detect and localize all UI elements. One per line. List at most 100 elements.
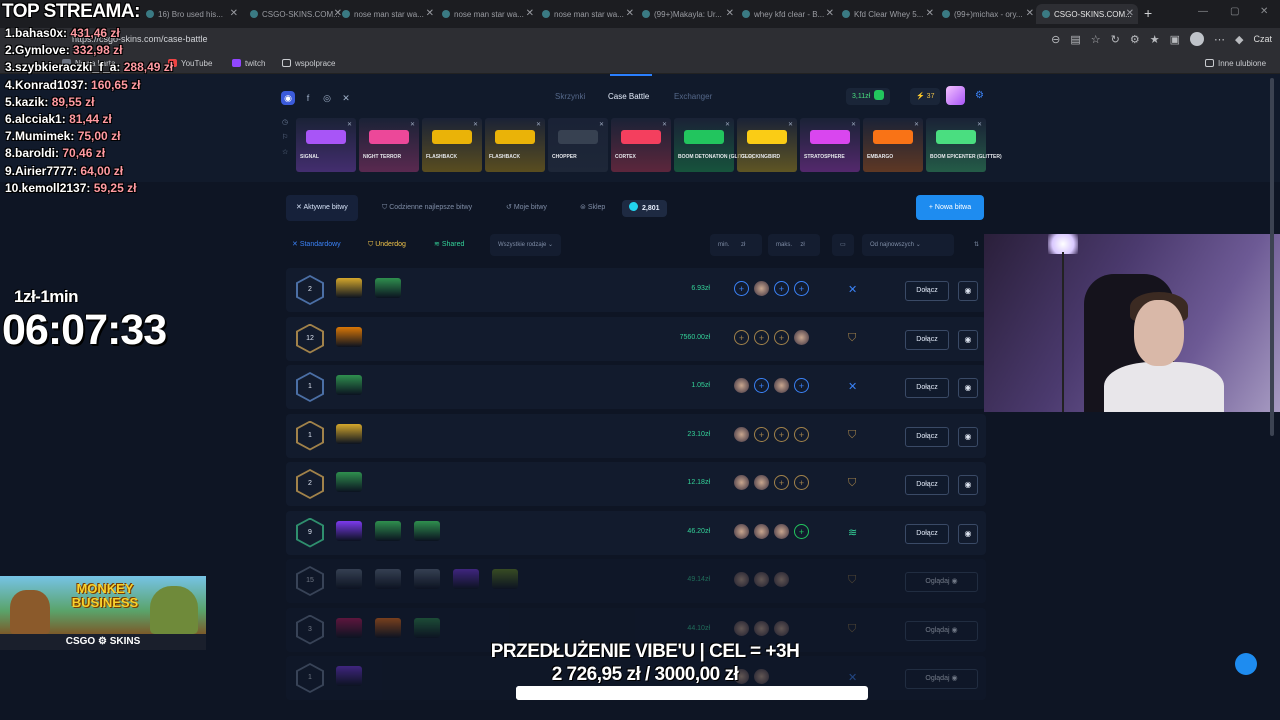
browser-tab[interactable]: (99+)michax - ory... ✕: [936, 4, 1038, 24]
player-avatar[interactable]: [754, 281, 769, 296]
new-battle-button[interactable]: + Nowa bitwa: [916, 195, 984, 220]
x-twitter-icon[interactable]: ✕: [339, 91, 353, 105]
calendar-icon[interactable]: ▭: [832, 234, 854, 256]
empty-slot-plus-icon[interactable]: +: [774, 329, 789, 345]
drop-item[interactable]: FLASHBACK ✕: [422, 118, 482, 172]
chat-label[interactable]: Czat: [1253, 34, 1272, 44]
empty-slot-plus-icon[interactable]: +: [774, 281, 789, 296]
close-tab-icon[interactable]: ✕: [826, 8, 834, 19]
player-avatar[interactable]: [734, 475, 749, 490]
facebook-icon[interactable]: f: [301, 91, 315, 105]
user-avatar[interactable]: [946, 86, 965, 105]
eye-icon[interactable]: ◉: [958, 329, 978, 350]
join-button[interactable]: Dołącz: [905, 281, 949, 301]
profile-avatar[interactable]: [1190, 32, 1205, 46]
close-tab-icon[interactable]: ✕: [426, 8, 434, 19]
close-tab-icon[interactable]: ✕: [230, 8, 238, 19]
player-avatar[interactable]: [754, 620, 769, 636]
empty-slot-plus-icon[interactable]: +: [774, 426, 789, 442]
instagram-icon[interactable]: ◎: [320, 91, 334, 105]
battle-row[interactable]: 2 12.18zł + + ⛉ Dołącz ◉: [286, 462, 986, 506]
drop-item[interactable]: CORTEX ✕: [611, 118, 671, 172]
player-avatar[interactable]: [774, 572, 789, 587]
support-chat-button[interactable]: [1235, 653, 1257, 675]
join-button[interactable]: Dołącz: [905, 475, 949, 495]
favorites-icon[interactable]: ★: [1150, 33, 1160, 46]
tab-my-battles[interactable]: ↺ Moje bitwy: [500, 195, 547, 221]
empty-slot-plus-icon[interactable]: +: [754, 378, 769, 393]
browser-tab[interactable]: nose man star wa... ✕: [336, 4, 438, 24]
join-button[interactable]: Dołącz: [905, 378, 949, 398]
empty-slot-plus-icon[interactable]: +: [794, 475, 809, 490]
close-tab-icon[interactable]: ✕: [926, 8, 934, 19]
browser-tab[interactable]: CSGO-SKINS.COM... ✕: [244, 4, 346, 24]
empty-slot-plus-icon[interactable]: +: [794, 523, 809, 539]
browser-tab[interactable]: CSGO-SKINS.COM... ✕: [1036, 4, 1138, 24]
empty-slot-plus-icon[interactable]: +: [734, 329, 749, 345]
battle-row[interactable]: 2 6.93zł + + + ✕ Dołącz ◉: [286, 268, 986, 312]
eye-icon[interactable]: ◉: [958, 523, 978, 544]
favorite-star-icon[interactable]: ☆: [1091, 33, 1101, 46]
join-button[interactable]: Dołącz: [905, 523, 949, 544]
player-avatar[interactable]: [754, 572, 769, 587]
close-tab-icon[interactable]: ✕: [1026, 8, 1034, 19]
more-icon[interactable]: ⋯: [1214, 33, 1225, 46]
drop-item[interactable]: FLASHBACK ✕: [485, 118, 545, 172]
browser-tab[interactable]: nose man star wa... ✕: [436, 4, 538, 24]
player-avatar[interactable]: [734, 523, 749, 539]
scrollbar[interactable]: [1270, 78, 1274, 436]
nav-exchanger[interactable]: Exchanger: [674, 92, 712, 101]
drop-item[interactable]: GLOCKINGBIRD ✕: [737, 118, 797, 172]
browser-tab[interactable]: (99+)Makayla: Ur... ✕: [636, 4, 738, 24]
drop-item[interactable]: SIGNAL ✕: [296, 118, 356, 172]
join-button[interactable]: Dołącz: [905, 426, 949, 447]
maximize-icon[interactable]: ▢: [1230, 6, 1239, 17]
empty-slot-plus-icon[interactable]: +: [794, 281, 809, 296]
min-price-input[interactable]: min. zł: [710, 234, 762, 256]
watch-button[interactable]: Oglądaj ◉: [905, 669, 978, 689]
filter-standard[interactable]: ✕ Standardowy: [292, 234, 341, 256]
empty-slot-plus-icon[interactable]: +: [774, 475, 789, 490]
player-avatar[interactable]: [774, 378, 789, 393]
minimize-icon[interactable]: —: [1198, 6, 1208, 17]
battle-row[interactable]: 12 7560.00zł + + + ⛉ Dołącz ◉: [286, 316, 986, 361]
close-tab-icon[interactable]: ✕: [526, 8, 534, 19]
collections-icon[interactable]: ▣: [1170, 33, 1180, 46]
drop-item[interactable]: NIGHT TERROR ✕: [359, 118, 419, 172]
max-price-input[interactable]: maks. zł: [768, 234, 820, 256]
empty-slot-plus-icon[interactable]: +: [754, 329, 769, 345]
type-select[interactable]: Wszystkie rodzaje ⌄: [490, 234, 562, 256]
watch-button[interactable]: Oglądaj ◉: [905, 620, 978, 641]
filter-underdog[interactable]: ⛉ Underdog: [368, 234, 406, 256]
copilot-icon[interactable]: ◆: [1235, 33, 1243, 46]
close-tab-icon[interactable]: ✕: [626, 8, 634, 19]
battle-row[interactable]: 15 49.14zł ⛉ Oglądaj ◉: [286, 559, 986, 603]
drop-item[interactable]: EMBARGO ✕: [863, 118, 923, 172]
refresh-icon[interactable]: ↻: [1111, 33, 1120, 46]
player-avatar[interactable]: [734, 378, 749, 393]
battle-row[interactable]: 9 46.20zł + ≋ Dołącz ◉: [286, 510, 986, 555]
eye-icon[interactable]: ◉: [958, 281, 978, 301]
empty-slot-plus-icon[interactable]: +: [754, 426, 769, 442]
empty-slot-plus-icon[interactable]: +: [794, 426, 809, 442]
browser-tab[interactable]: whey kfd clear - B... ✕: [736, 4, 838, 24]
player-avatar[interactable]: [754, 523, 769, 539]
deposit-plus-icon[interactable]: [874, 90, 885, 100]
player-avatar[interactable]: [754, 475, 769, 490]
filter-shared[interactable]: ≋ Shared: [434, 234, 464, 256]
nav-cases[interactable]: Skrzynki: [555, 92, 585, 101]
eye-icon[interactable]: ◉: [958, 426, 978, 447]
discord-icon[interactable]: ◉: [281, 91, 295, 105]
player-avatar[interactable]: [774, 620, 789, 636]
tab-active-battles[interactable]: ✕ Aktywne bitwy: [286, 195, 358, 221]
player-avatar[interactable]: [734, 572, 749, 587]
bookmark-youtube[interactable]: YouTube: [168, 59, 212, 68]
tab-daily-best[interactable]: ⛉ Codzienne najlepsze bitwy: [376, 195, 472, 221]
browser-tab[interactable]: 16) Bro used his... ✕: [140, 4, 242, 24]
eye-icon[interactable]: ◉: [958, 475, 978, 495]
empty-slot-plus-icon[interactable]: +: [794, 378, 809, 393]
bookmark-other-favorites[interactable]: Inne ulubione: [1205, 59, 1266, 68]
player-avatar[interactable]: [794, 329, 809, 345]
battle-row[interactable]: 1 23.10zł + + + ⛉ Dołącz ◉: [286, 413, 986, 458]
battle-row[interactable]: 1 1.05zł + + ✕ Dołącz ◉: [286, 365, 986, 409]
